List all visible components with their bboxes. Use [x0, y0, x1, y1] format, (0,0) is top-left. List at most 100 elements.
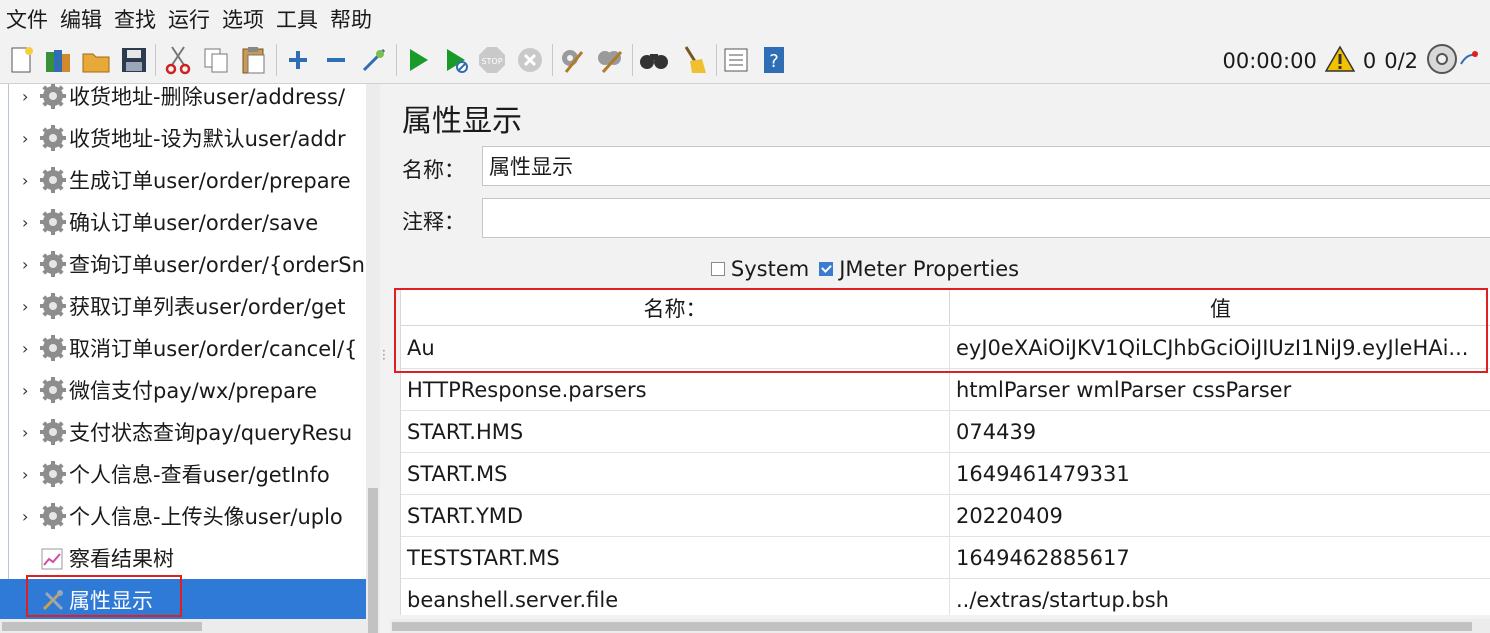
function-helper-icon[interactable] [720, 44, 752, 76]
tree-item-label: 取消订单user/order/cancel/{ [69, 337, 358, 361]
clear-icon[interactable] [556, 44, 588, 76]
stop-icon[interactable]: STOP [476, 44, 508, 76]
copy-icon[interactable] [200, 44, 232, 76]
new-icon[interactable] [6, 44, 38, 76]
property-name-cell[interactable]: HTTPResponse.parsers [401, 369, 950, 410]
column-header-value[interactable]: 值 [950, 289, 1490, 326]
property-value-cell[interactable]: 1649462885617 [950, 537, 1490, 578]
tree-item[interactable]: › 收货地址-设为默认user/addr [0, 117, 366, 159]
remote-status-icon [1426, 43, 1458, 80]
paste-icon[interactable] [238, 44, 270, 76]
start-icon[interactable] [402, 44, 434, 76]
comment-field[interactable] [482, 198, 1490, 238]
pane-splitter[interactable]: · · · [380, 84, 390, 633]
tree-item[interactable]: › 查询订单user/order/{orderSn [0, 243, 366, 285]
chevron-right-icon[interactable]: › [22, 129, 36, 148]
shutdown-icon[interactable] [514, 44, 546, 76]
thread-count: 0/2 [1384, 49, 1418, 73]
chevron-right-icon[interactable]: › [22, 87, 36, 106]
help-icon[interactable]: ? [758, 44, 790, 76]
chevron-right-icon[interactable]: › [22, 213, 36, 232]
templates-icon[interactable] [42, 44, 74, 76]
tree-item-label: 属性显示 [69, 589, 153, 613]
property-value-cell[interactable]: eyJ0eXAiOiJKV1QiLCJhbGciOiJIUzI1NiJ9.eyJ… [950, 327, 1490, 368]
property-value-cell[interactable]: htmlParser wmlParser cssParser [950, 369, 1490, 410]
tree-item-label: 生成订单user/order/prepare [69, 169, 351, 193]
table-row[interactable]: START.HMS 074439 [401, 411, 1490, 453]
property-display-panel: 属性显示 名称： 属性显示 注释： System JMeter Properti… [390, 84, 1490, 633]
expand-icon[interactable] [282, 44, 314, 76]
tree-vertical-scrollbar[interactable] [366, 84, 380, 633]
property-value-cell[interactable]: ../extras/startup.bsh [950, 579, 1490, 615]
table-row[interactable]: TESTSTART.MS 1649462885617 [401, 537, 1490, 579]
sampler-gear-icon [40, 125, 66, 151]
table-row[interactable]: HTTPResponse.parsers htmlParser wmlParser… [401, 369, 1490, 411]
system-checkbox[interactable]: System [710, 257, 810, 281]
save-icon[interactable] [118, 44, 150, 76]
tree-item[interactable]: › 生成订单user/order/prepare [0, 159, 366, 201]
menu-help[interactable]: 帮助 [330, 4, 372, 34]
menu-edit[interactable]: 编辑 [60, 4, 102, 34]
cut-icon[interactable] [162, 44, 194, 76]
tree-item-label: 确认订单user/order/save [69, 211, 319, 235]
chevron-right-icon[interactable]: › [22, 423, 36, 442]
name-field[interactable]: 属性显示 [482, 146, 1490, 186]
clear-all-icon[interactable] [594, 44, 626, 76]
tree-item[interactable]: › 确认订单user/order/save [0, 201, 366, 243]
table-row[interactable]: beanshell.server.file ../extras/startup.b… [401, 579, 1490, 615]
tree-item[interactable]: › 个人信息-上传头像user/uplo [0, 495, 366, 537]
chevron-right-icon[interactable]: › [22, 171, 36, 190]
property-value-cell[interactable]: 074439 [950, 411, 1490, 452]
tree-item[interactable]: 察看结果树 [0, 537, 366, 579]
tree-item[interactable]: 属性显示 [0, 579, 366, 621]
search-icon[interactable] [638, 44, 670, 76]
system-checkbox-label: System [730, 257, 810, 281]
toggle-icon[interactable] [358, 44, 390, 76]
run-status: 00:00:00 0 0/2 [1223, 38, 1481, 84]
menu-tools[interactable]: 工具 [276, 4, 318, 34]
warning-icon[interactable] [1324, 45, 1356, 78]
tree-item[interactable]: › 获取订单列表user/order/get [0, 285, 366, 327]
panel-horizontal-scrollbar[interactable] [390, 619, 1490, 633]
tree-item[interactable]: › 个人信息-查看user/getInfo [0, 453, 366, 495]
menu-file[interactable]: 文件 [6, 4, 48, 34]
tree-item[interactable]: › 微信支付pay/wx/prepare [0, 369, 366, 411]
reset-search-icon[interactable] [678, 44, 710, 76]
tree-item[interactable]: › 收货地址-删除user/address/ [0, 84, 366, 117]
tree-item[interactable]: › 取消订单user/order/cancel/{ [0, 327, 366, 369]
chevron-right-icon[interactable]: › [22, 297, 36, 316]
open-icon[interactable] [80, 44, 112, 76]
chevron-right-icon[interactable]: › [22, 465, 36, 484]
table-row[interactable]: START.YMD 20220409 [401, 495, 1490, 537]
table-row[interactable]: START.MS 1649461479331 [401, 453, 1490, 495]
column-header-name[interactable]: 名称： [401, 289, 950, 326]
property-name-cell[interactable]: TESTSTART.MS [401, 537, 950, 578]
property-name-cell[interactable]: Au [401, 327, 950, 368]
svg-text:STOP: STOP [481, 57, 502, 66]
tree-item[interactable]: › 支付状态查询pay/queryResu [0, 411, 366, 453]
tree-item-label: 获取订单列表user/order/get [69, 295, 346, 319]
property-name-cell[interactable]: START.MS [401, 453, 950, 494]
property-value-cell[interactable]: 1649461479331 [950, 453, 1490, 494]
chevron-right-icon[interactable]: › [22, 507, 36, 526]
collapse-icon[interactable] [320, 44, 352, 76]
property-name-cell[interactable]: beanshell.server.file [401, 579, 950, 615]
table-row[interactable]: Au eyJ0eXAiOiJKV1QiLCJhbGciOiJIUzI1NiJ9.e… [401, 327, 1490, 369]
sampler-gear-icon [40, 503, 66, 529]
menu-search[interactable]: 查找 [114, 4, 156, 34]
start-no-pause-icon[interactable] [440, 44, 472, 76]
log-viewer-icon[interactable] [1458, 48, 1480, 75]
menu-run[interactable]: 运行 [168, 4, 210, 34]
jmeter-properties-checkbox-label: JMeter Properties [839, 257, 1020, 281]
jmeter-properties-checkbox-box[interactable] [819, 262, 834, 276]
system-checkbox-box[interactable] [710, 262, 725, 276]
chevron-right-icon[interactable]: › [22, 339, 36, 358]
chevron-right-icon[interactable]: › [22, 255, 36, 274]
tree-horizontal-scrollbar[interactable] [0, 619, 366, 633]
jmeter-properties-checkbox[interactable]: JMeter Properties [819, 257, 1019, 281]
property-value-cell[interactable]: 20220409 [950, 495, 1490, 536]
property-name-cell[interactable]: START.YMD [401, 495, 950, 536]
chevron-right-icon[interactable]: › [22, 381, 36, 400]
menu-options[interactable]: 选项 [222, 4, 264, 34]
property-name-cell[interactable]: START.HMS [401, 411, 950, 452]
